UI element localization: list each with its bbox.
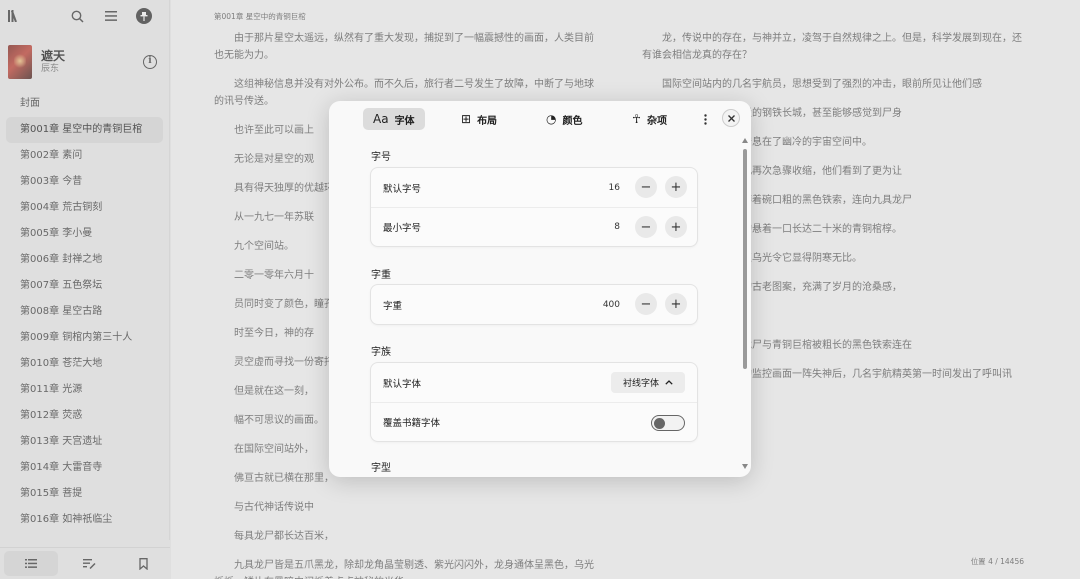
font-weight-decrease[interactable]: −	[635, 293, 657, 315]
section-font-type-label: 字型	[371, 463, 391, 474]
close-icon	[727, 114, 735, 122]
tab-color-label: 颜色	[562, 115, 583, 127]
settings-tabs: Aa 字体 ⊞ 布局 ◔ 颜色 ☥ 杂项	[329, 101, 751, 137]
scrollbar-thumb[interactable]	[743, 149, 747, 369]
settings-content[interactable]: 字号 默认字号 16 − + 最小字号 8 − + 字重 字重 400 − + …	[329, 137, 751, 477]
min-font-size-value: 8	[614, 222, 620, 232]
section-font-size-label: 字号	[371, 152, 391, 163]
section-font-weight-label: 字重	[371, 270, 391, 281]
tab-layout-label: 布局	[477, 115, 498, 127]
font-size-card: 默认字号 16 − + 最小字号 8 − +	[370, 167, 698, 247]
default-font-size-row: 默认字号 16 − +	[371, 168, 697, 207]
palette-icon: ◔	[546, 112, 557, 126]
scroll-down-arrow[interactable]	[742, 464, 748, 469]
tab-misc-label: 杂项	[646, 115, 667, 127]
default-font-size-decrease[interactable]: −	[635, 176, 657, 198]
default-font-value: 衬线字体	[622, 379, 659, 389]
tab-font[interactable]: Aa 字体	[363, 108, 425, 130]
font-icon: Aa	[373, 112, 389, 126]
close-button[interactable]	[722, 109, 740, 127]
default-font-select[interactable]: 衬线字体	[610, 372, 685, 393]
section-font-family-label: 字族	[371, 347, 391, 358]
min-font-size-label: 最小字号	[383, 223, 422, 234]
more-vertical-icon	[703, 113, 707, 125]
tab-font-label: 字体	[394, 115, 415, 127]
chevron-up-icon	[665, 380, 673, 385]
font-weight-increase[interactable]: +	[665, 293, 687, 315]
tab-layout[interactable]: ⊞ 布局	[451, 108, 507, 130]
app-window: 遮天 辰东 i 封面 第001章 星空中的青铜巨棺 第002章 素问 第003章 今昔…	[0, 0, 1080, 579]
min-font-size-increase[interactable]: +	[665, 216, 687, 238]
override-font-toggle[interactable]	[651, 415, 685, 431]
more-options-button[interactable]	[697, 108, 713, 130]
default-font-size-increase[interactable]: +	[665, 176, 687, 198]
font-weight-card: 字重 400 − +	[370, 284, 698, 325]
layout-icon: ⊞	[461, 112, 472, 126]
font-weight-row: 字重 400 − +	[371, 285, 697, 324]
tab-color[interactable]: ◔ 颜色	[536, 108, 592, 130]
min-font-size-decrease[interactable]: −	[635, 216, 657, 238]
accessibility-icon: ☥	[632, 112, 641, 126]
font-weight-label: 字重	[383, 300, 403, 312]
scroll-up-arrow[interactable]	[742, 138, 748, 143]
tab-misc[interactable]: ☥ 杂项	[622, 108, 677, 130]
override-font-row: 覆盖书籍字体	[371, 402, 697, 441]
font-family-card: 默认字体 衬线字体 覆盖书籍字体	[370, 362, 698, 442]
default-font-row: 默认字体 衬线字体	[371, 363, 697, 402]
override-font-label: 覆盖书籍字体	[383, 418, 441, 429]
settings-dialog: Aa 字体 ⊞ 布局 ◔ 颜色 ☥ 杂项 字号 默认字号 16 − + 最小字号…	[329, 101, 751, 477]
toggle-knob	[654, 417, 665, 429]
default-font-size-value: 16	[608, 182, 620, 193]
min-font-size-row: 最小字号 8 − +	[371, 207, 697, 246]
font-weight-value: 400	[602, 299, 620, 310]
default-font-label: 默认字体	[383, 378, 422, 390]
default-font-size-label: 默认字号	[383, 183, 422, 195]
